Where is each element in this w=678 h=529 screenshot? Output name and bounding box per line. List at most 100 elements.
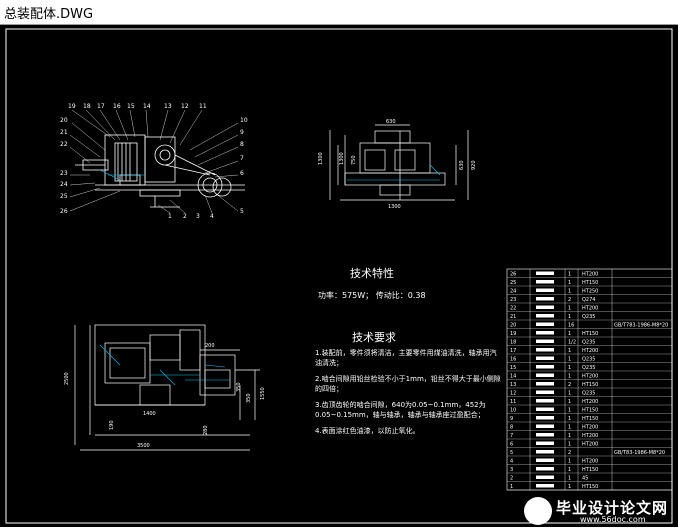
bom-no: 23 [510,297,516,303]
bom-no: 19 [510,331,516,337]
bom-table-row: 7 1 HT200 [507,433,672,440]
drawing-svg: 19 18 17 16 15 14 13 12 11 20 21 22 23 2… [5,28,673,524]
watermark-logo-icon [524,497,552,525]
bom-material: HT200 [582,459,598,465]
bom-part-name [536,467,554,471]
bom-qty: 16 [568,323,574,329]
tech-requirement-item: 4.表面涂红色油漆，以防止氧化。 [315,427,420,435]
part-label: 9 [240,129,244,136]
bom-table-row: 17 1 HT200 [507,348,672,355]
bom-material: HT200 [582,306,598,312]
part-label: 22 [60,141,68,148]
front-view-highlight [99,169,145,181]
bom-qty: 1 [568,365,571,371]
bom-part-name [536,356,554,360]
bom-table-row: 5 2 GB/T83-1986-M8*20 [507,450,672,457]
part-label: 19 [68,103,76,110]
tech-characteristics-heading: 技术特性 [350,266,394,280]
bom-qty: 1 [568,289,571,295]
dimension-label: 3500 [137,443,150,449]
tech-requirements-list: 1.装配前，零件须将清洁，主要零件用煤油清洗，轴承用汽油清洗； 2.啮合间隙用铅… [315,349,501,435]
dimension-label: 280 [203,425,209,435]
bom-table-row: 8 1 HT200 [507,424,672,431]
bom-qty: 1 [568,280,571,286]
bom-part-name [536,322,554,326]
tech-requirement-item: 1.装配前，零件须将清洁，主要零件用煤油清洗，轴承用汽油清洗； [315,349,497,367]
bom-part-name [536,450,554,454]
bom-table-row: 22 1 HT200 [507,305,672,312]
dimension-label: 1400 [143,411,156,417]
bom-material: Q235 [582,340,595,346]
bom-material: HT200 [582,433,598,439]
plan-view [74,324,260,451]
bom-part-name [536,314,554,318]
bom-part-name [536,297,554,301]
bom-material: HT150 [582,382,598,388]
dimension-label: 190 [109,420,115,430]
bom-no: 9 [510,416,513,422]
bom-part-name [536,382,554,386]
part-label: 11 [199,103,207,110]
bom-table-row: 21 1 Q235 [507,314,672,321]
cad-drawing-canvas[interactable]: 19 18 17 16 15 14 13 12 11 20 21 22 23 2… [0,25,678,527]
bom-qty: 1 [568,374,571,380]
bom-material: HT200 [582,374,598,380]
bom-no: 16 [510,357,516,363]
dimension-label: 630 [459,160,465,170]
bom-qty: 2 [568,450,571,456]
bom-table-row: 23 2 Q274 [507,297,672,304]
tech-requirement-item: 2.啮合间隙用铅丝检验不小于1mm，铅丝不得大于最小侧隙的四倍； [315,375,501,393]
part-label: 18 [83,103,91,110]
bom-no: 2 [510,476,513,482]
dimension-label: 750 [351,155,357,165]
bom-table: 26 1 HT20025 1 HT15024 1 HT25023 2 Q27422 1 HT2002… [506,268,673,491]
bom-no: 11 [510,399,516,405]
bom-qty: 1 [568,357,571,363]
part-label: 10 [240,117,248,124]
bom-no: 14 [510,374,516,380]
part-label: 8 [240,141,244,148]
bom-qty: 1 [568,314,571,320]
part-label: 3 [196,213,200,220]
bom-part-name [536,416,554,420]
bom-qty: 1 [568,484,571,490]
bom-part-name [536,433,554,437]
bom-qty: 1 [568,459,571,465]
part-label: 16 [113,103,121,110]
bom-material: HT150 [582,484,598,490]
bom-part-name [536,407,554,411]
bom-part-name [536,424,554,428]
bom-part-name [536,373,554,377]
bom-qty: 1 [568,416,571,422]
bom-qty: 1 [568,425,571,431]
tech-characteristics-line: 功率：575W； 传动比：0.38 [318,290,426,300]
bom-material: Q235 [582,357,595,363]
bom-table-row: 1 1 HT150 [507,484,672,491]
tech-requirements-heading: 技术要求 [352,331,396,344]
bom-table-row: 24 1 HT250 [507,288,672,295]
bom-table-row: 16 1 Q235 [507,356,672,363]
dimension-label: 1300 [318,152,324,165]
bom-material: Q235 [582,365,595,371]
bom-no: 8 [510,425,513,431]
tech-requirement-item: 3.齿顶齿轮的啮合间隙，640为0.05~0.1mm，452为0.05~0.15… [315,401,486,419]
bom-table-row: 26 1 HT200 [507,271,672,278]
bom-qty: 1 [568,442,571,448]
bom-qty: 1 [568,467,571,473]
bom-material: 45 [582,476,588,482]
dimension-label: 1300 [339,152,345,165]
dimension-label: 1300 [388,204,401,210]
bom-qty: 1 [568,399,571,405]
bom-material: Q235 [582,314,595,320]
bom-table-row: 13 2 HT150 [507,382,672,389]
part-label: 6 [240,170,244,177]
bom-part-name [536,271,554,275]
bom-material: HT150 [582,467,598,473]
part-label: 7 [240,155,244,162]
bom-no: 17 [510,348,516,354]
bom-table-row: 11 1 HT200 [507,399,672,406]
bom-material: Q274 [582,297,595,303]
bom-note: GB/T83-1986-M8*20 [614,450,665,456]
bom-part-name [536,288,554,292]
bom-qty: 1 [568,306,571,312]
